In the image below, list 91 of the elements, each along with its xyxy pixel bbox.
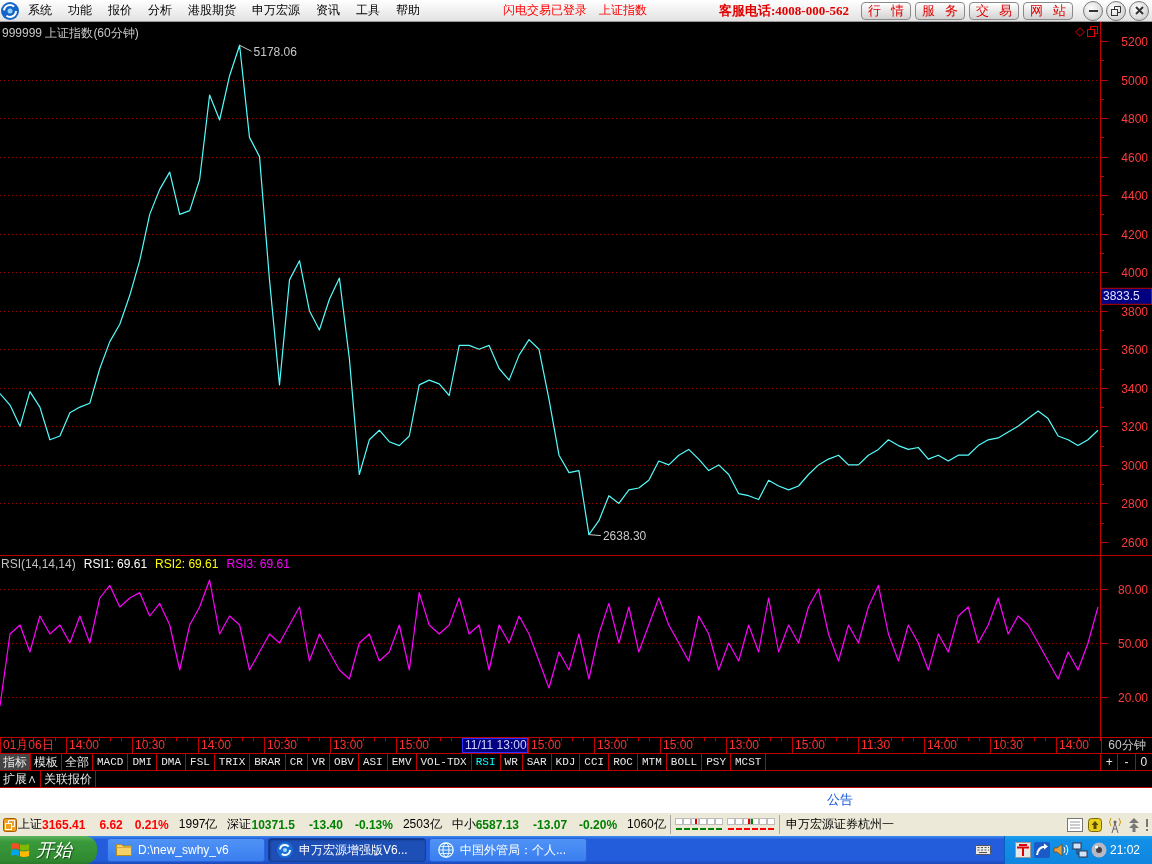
axis-label: 4000 — [1121, 265, 1148, 280]
restore-button[interactable] — [1106, 0, 1126, 21]
clock-text: 21:02 — [1110, 843, 1141, 857]
menu-item[interactable]: 帮助 — [388, 0, 428, 21]
axis-label: 4800 — [1121, 111, 1148, 126]
restore-icon — [1111, 5, 1121, 16]
swirl-icon — [277, 842, 293, 858]
overlapping-squares-icon[interactable] — [1087, 26, 1098, 37]
index-turnover: 1997亿 — [178, 816, 218, 833]
time-cursor-label: 11/11 13:00 — [462, 738, 528, 753]
price-marker-label: 2638.30 — [588, 528, 647, 543]
close-icon — [1134, 6, 1144, 15]
legend-text: RSI(14,14,14) — [1, 557, 76, 571]
close-button[interactable] — [1129, 0, 1149, 21]
menu-item[interactable]: 港股期货 — [180, 0, 244, 21]
index-change: -13.40 — [308, 817, 343, 832]
nav-button[interactable]: 交 易 — [969, 1, 1019, 20]
index-name: 上证 — [18, 816, 42, 833]
speaker-icon[interactable] — [1053, 842, 1069, 858]
broker-name: 申万宏源证券杭州一 — [785, 816, 894, 833]
menu-item[interactable]: 工具 — [348, 0, 388, 21]
axis-label: 4200 — [1121, 227, 1148, 242]
hotline-text: 客服电话:4008-000-562 — [719, 1, 849, 20]
nav-button[interactable]: 服 务 — [915, 1, 965, 20]
nav-button[interactable]: 网 站 — [1023, 1, 1073, 20]
breadth-gauge-icon — [726, 818, 775, 831]
antenna-icon[interactable] — [1107, 816, 1123, 833]
folder-icon — [116, 842, 132, 858]
index-value: 3165.41 — [42, 817, 86, 832]
double-up-arrow-icon[interactable] — [1128, 817, 1140, 832]
disc-icon[interactable] — [1091, 842, 1107, 858]
axis-label: 2600 — [1121, 535, 1148, 550]
cursor-price-label: 3833.5 — [1100, 287, 1152, 305]
index-change: 6.62 — [99, 817, 123, 832]
panel-tab[interactable]: 指标 — [0, 754, 31, 770]
notice-text: 上证指数 — [599, 2, 647, 19]
axis-label: 2800 — [1121, 496, 1148, 511]
index-name: 中小 — [451, 816, 476, 833]
legend-text: RSI2: 69.61 — [155, 557, 219, 571]
annotation: 2638.30 — [602, 528, 647, 543]
legend-text: RSI3: 69.61 — [226, 557, 290, 571]
axis-label: 20.00 — [1117, 690, 1148, 705]
flag-icon — [10, 841, 30, 859]
annotation: 5178.06 — [253, 45, 298, 60]
legend-text: RSI1: 69.61 — [83, 557, 148, 571]
zoom-button[interactable]: 0 — [1135, 754, 1152, 770]
t-shape-icon[interactable] — [1015, 842, 1031, 858]
index-name: 深证 — [227, 816, 252, 833]
start-button[interactable]: 开始 — [0, 836, 97, 864]
exclamation-icon[interactable] — [1145, 818, 1149, 831]
announcement-link[interactable]: 公告 — [827, 791, 853, 809]
axis-label: 5200 — [1121, 34, 1148, 49]
index-percent: -0.20% — [579, 817, 618, 832]
index-turnover: 2503亿 — [402, 816, 442, 833]
index-percent: 0.21% — [134, 817, 169, 832]
up-arrow-tile-icon[interactable] — [1088, 817, 1102, 832]
axis-label: 80.00 — [1117, 582, 1148, 597]
notice-text: 闪电交易已登录 — [503, 2, 587, 19]
menu-item[interactable]: 报价 — [100, 0, 140, 21]
menu-item[interactable]: 系统 — [20, 0, 60, 21]
swirl-logo-icon[interactable] — [1, 1, 19, 20]
menu-item[interactable]: 资讯 — [308, 0, 348, 21]
menu-item[interactable]: 功能 — [60, 0, 100, 21]
overlapping-squares-icon[interactable] — [3, 817, 17, 832]
minimize-icon — [1088, 9, 1098, 12]
axis-label: 50.00 — [1117, 636, 1148, 651]
minimize-button[interactable] — [1083, 0, 1103, 21]
index-percent: -0.13% — [354, 817, 393, 832]
globe-icon — [438, 842, 454, 858]
axis-label: 3000 — [1121, 458, 1148, 473]
axis-label: 3600 — [1121, 342, 1148, 357]
axis-label: 5000 — [1121, 73, 1148, 88]
network-icon[interactable] — [1072, 842, 1088, 858]
document-icon[interactable] — [1067, 817, 1083, 832]
menu-item[interactable]: 申万宏源 — [244, 0, 308, 21]
menu-item[interactable]: 分析 — [140, 0, 180, 21]
nav-button[interactable]: 行 情 — [861, 1, 911, 20]
keyboard-icon[interactable] — [975, 845, 991, 855]
taskbar-button[interactable]: 申万宏源增强版V6... — [268, 838, 426, 862]
axis-label: 3400 — [1121, 381, 1148, 396]
price-marker-label: 5178.06 — [239, 44, 297, 60]
chart-title: 999999 上证指数(60分钟) — [2, 25, 139, 42]
index-turnover: 1060亿 — [627, 816, 666, 833]
index-change: -13.07 — [533, 817, 568, 832]
index-value: 6587.13 — [475, 817, 520, 832]
axis-label: 4400 — [1121, 188, 1148, 203]
axis-label: 3200 — [1121, 419, 1148, 434]
breadth-gauge-icon — [674, 818, 723, 831]
index-value: 10371.5 — [251, 817, 295, 832]
axis-label: 4600 — [1121, 150, 1148, 165]
axis-label: 3800 — [1121, 304, 1148, 319]
